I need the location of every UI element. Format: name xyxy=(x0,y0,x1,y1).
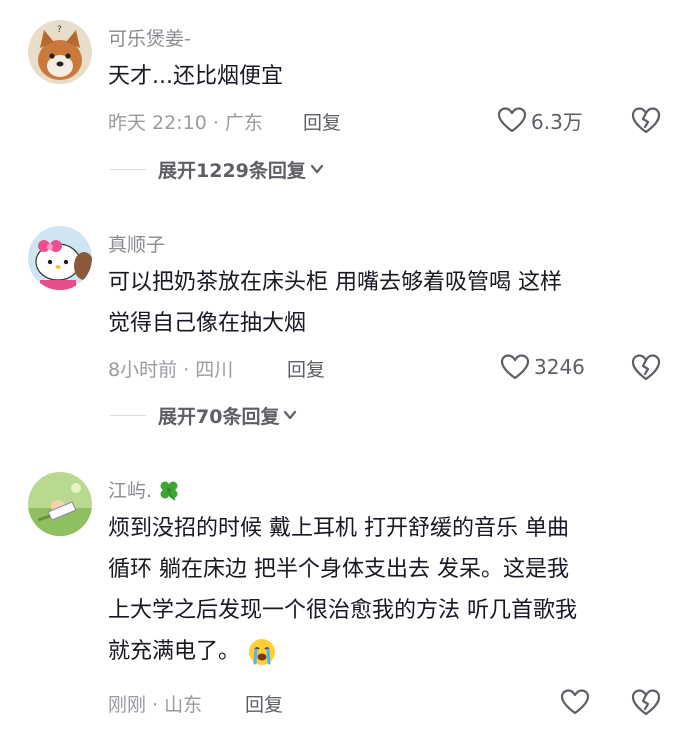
heart-outline-icon xyxy=(560,689,590,715)
like-button[interactable] xyxy=(560,686,590,718)
comment-text-line: 天才...还比烟便宜 xyxy=(108,64,283,89)
comment-text-line: 上大学之后发现一个很治愈我的方法 听几首歌我 xyxy=(108,598,577,623)
reply-button[interactable]: 回复 xyxy=(287,355,325,382)
comment-text-line: 可以把奶茶放在床头柜 用嘴去够着吸管喝 这样 xyxy=(108,270,562,295)
comment-text: 可以把奶茶放在床头柜 用嘴去够着吸管喝 这样 觉得自己像在抽大烟 xyxy=(108,262,668,344)
expand-replies-label: 展开70条回复 xyxy=(158,405,280,428)
chevron-down-icon xyxy=(284,410,297,420)
dislike-button[interactable] xyxy=(630,687,662,717)
dislike-button[interactable] xyxy=(630,352,662,382)
divider xyxy=(110,168,146,170)
comment-text: 烦到没招的时候 戴上耳机 打开舒缓的音乐 单曲 循环 躺在床边 把半个身体支出去… xyxy=(108,508,668,672)
like-button[interactable]: 6.3万 xyxy=(497,104,583,136)
comment-text-line: 觉得自己像在抽大烟 xyxy=(108,311,307,336)
crying-face-icon xyxy=(249,639,276,665)
broken-heart-icon xyxy=(631,107,661,134)
comment-username-text: 江屿. xyxy=(108,480,153,502)
chevron-down-icon xyxy=(310,164,323,174)
dislike-button[interactable] xyxy=(630,105,662,135)
reply-button[interactable]: 回复 xyxy=(245,690,283,717)
comment-time-location: 刚刚 · 山东 xyxy=(108,694,203,716)
like-count: 6.3万 xyxy=(531,109,583,134)
expand-replies-label: 展开1229条回复 xyxy=(158,159,306,182)
divider xyxy=(110,414,146,416)
four-leaf-clover-icon xyxy=(160,481,178,501)
broken-heart-icon xyxy=(631,689,661,716)
like-count: 3246 xyxy=(534,355,585,379)
comment-time-location: 8小时前 · 四川 xyxy=(108,359,234,381)
comment-text-line: 烦到没招的时候 戴上耳机 打开舒缓的音乐 单曲 xyxy=(108,516,569,541)
heart-outline-icon xyxy=(497,107,527,133)
comment-text-line: 就充满电了。 xyxy=(108,639,241,664)
expand-replies-button[interactable]: 展开1229条回复 xyxy=(110,157,325,182)
comment-username[interactable]: 真顺子 xyxy=(108,230,165,257)
expand-replies-button[interactable]: 展开70条回复 xyxy=(110,403,298,428)
comment-text: 天才...还比烟便宜 xyxy=(108,56,668,97)
comment-text-line: 循环 躺在床边 把半个身体支出去 发呆。这是我 xyxy=(108,557,569,582)
avatar[interactable] xyxy=(28,472,92,536)
comment-username[interactable]: 可乐煲姜- xyxy=(108,24,191,51)
heart-outline-icon xyxy=(500,354,530,380)
like-button[interactable]: 3246 xyxy=(500,351,585,383)
comment-username[interactable]: 江屿. xyxy=(108,476,180,503)
comment-time-location: 昨天 22:10 · 广东 xyxy=(108,112,263,134)
svg-text:?: ? xyxy=(57,25,62,35)
avatar[interactable] xyxy=(28,226,92,290)
comment-text-line-last: 就充满电了。 xyxy=(108,631,668,672)
avatar[interactable]: ? xyxy=(28,20,92,84)
reply-button[interactable]: 回复 xyxy=(303,108,341,135)
broken-heart-icon xyxy=(631,354,661,381)
